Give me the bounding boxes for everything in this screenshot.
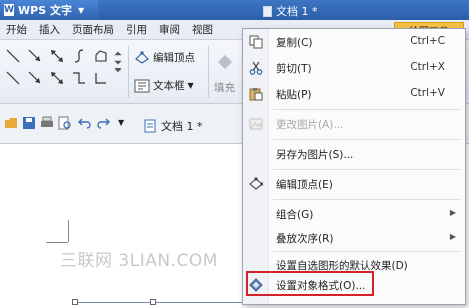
text-box-icon: [134, 79, 150, 92]
document-icon: [263, 5, 272, 17]
fill-button[interactable]: 填充: [214, 80, 235, 95]
change-picture-icon: [249, 117, 263, 131]
menu-item-label: 叠放次序(R): [276, 233, 334, 245]
document-title: 文档 1 *: [263, 3, 318, 19]
edit-vertices-icon: [249, 177, 263, 191]
arrow-shape-icon[interactable]: [26, 70, 44, 86]
edit-vertices-button[interactable]: 编辑顶点: [134, 50, 195, 65]
menu-item-group[interactable]: 组合(G) ▶: [243, 203, 465, 225]
page-corner-mark: [46, 242, 68, 243]
double-arrow-shape-icon[interactable]: [48, 48, 66, 64]
undo-icon[interactable]: [78, 116, 92, 130]
menu-review[interactable]: 审阅: [153, 22, 186, 37]
ribbon-divider: [128, 46, 129, 98]
menu-home[interactable]: 开始: [0, 22, 33, 37]
menu-separator: [273, 251, 461, 252]
wps-logo-icon: W: [4, 4, 14, 16]
chevron-right-icon: ▶: [449, 232, 456, 241]
paste-icon: [249, 87, 263, 101]
wps-menu-button[interactable]: W WPS 文字 ▼: [0, 0, 98, 20]
save-icon[interactable]: [22, 116, 36, 130]
menu-item-label: 另存为图片(S)...: [276, 149, 354, 161]
document-title-label: 文档 1 *: [276, 5, 318, 18]
chevron-down-icon[interactable]: ▼: [118, 118, 132, 132]
fill-bucket-icon: [218, 55, 232, 69]
context-menu: 复制(C) Ctrl+C 剪切(T) Ctrl+X 粘贴(P) Ctrl+V 更…: [242, 28, 466, 305]
menu-item-save-as-picture[interactable]: 另存为图片(S)...: [243, 143, 465, 165]
curve-shape-icon[interactable]: [70, 48, 88, 64]
edit-vertices-label: 编辑顶点: [153, 52, 195, 64]
redo-icon[interactable]: [96, 116, 110, 130]
title-bar: W WPS 文字 ▼ 文档 1 *: [0, 0, 469, 20]
copy-icon: [249, 35, 263, 49]
double-arrow-shape-icon[interactable]: [48, 70, 66, 86]
text-box-button[interactable]: 文本框 ▼: [134, 78, 194, 93]
fill-color-button[interactable]: [214, 52, 236, 72]
page-corner-mark: [68, 220, 69, 242]
print-preview-icon[interactable]: [58, 116, 72, 130]
highlight-box: [246, 271, 374, 296]
shortcut-label: Ctrl+V: [410, 87, 445, 99]
line-shape-icon[interactable]: [4, 48, 22, 64]
watermark-text: 三联网 3LIAN.COM: [60, 251, 218, 271]
document-tab[interactable]: 文档 1 *: [138, 114, 209, 138]
text-box-label: 文本框: [153, 80, 185, 92]
menu-item-label: 组合(G): [276, 209, 314, 221]
line-shape-icon[interactable]: [4, 70, 22, 86]
menu-references[interactable]: 引用: [120, 22, 153, 37]
shapes-gallery: [4, 48, 122, 100]
menu-separator: [273, 169, 461, 170]
edit-vertices-icon: [135, 51, 149, 64]
document-tab-label: 文档 1 *: [161, 120, 203, 133]
chevron-down-icon: ▼: [187, 81, 194, 90]
menu-item-edit-vertices[interactable]: 编辑顶点(E): [243, 173, 465, 195]
menu-separator: [273, 199, 461, 200]
freeform-shape-icon[interactable]: [92, 48, 110, 64]
print-icon[interactable]: [40, 116, 54, 130]
selection-handle[interactable]: [72, 299, 78, 305]
wps-writer-window: W WPS 文字 ▼ 文档 1 * 开始 插入 页面布局 引用 审阅 视图 绘图…: [0, 0, 469, 308]
chevron-down-icon: ▼: [77, 5, 85, 15]
menu-item-arrange-order[interactable]: 叠放次序(R) ▶: [243, 227, 465, 249]
menu-item-copy[interactable]: 复制(C) Ctrl+C: [243, 31, 465, 53]
chevron-right-icon: ▶: [449, 208, 456, 217]
menu-page-layout[interactable]: 页面布局: [66, 22, 120, 37]
arrow-shape-icon[interactable]: [26, 48, 44, 64]
connector-shape-icon[interactable]: [92, 70, 110, 86]
menu-view[interactable]: 视图: [186, 22, 219, 37]
gallery-scroll-icon[interactable]: [114, 51, 122, 73]
selected-shape-outline: [76, 302, 242, 303]
menu-item-label: 剪切(T): [276, 63, 312, 75]
ribbon-divider: [208, 46, 209, 98]
fill-label: 填充: [214, 82, 235, 94]
menu-separator: [273, 139, 461, 140]
shortcut-label: Ctrl+X: [410, 61, 445, 73]
wps-menu-label: WPS 文字: [18, 4, 72, 17]
menu-item-change-picture: 更改图片(A)...: [243, 113, 465, 135]
shortcut-label: Ctrl+C: [410, 35, 445, 47]
menu-item-label: 复制(C): [276, 37, 313, 49]
elbow-connector-icon[interactable]: [70, 70, 88, 86]
cut-icon: [249, 61, 263, 75]
menu-insert[interactable]: 插入: [33, 22, 66, 37]
menu-item-label: 编辑顶点(E): [276, 179, 333, 191]
menu-item-label: 粘贴(P): [276, 89, 312, 101]
menu-item-cut[interactable]: 剪切(T) Ctrl+X: [243, 57, 465, 79]
menu-item-paste[interactable]: 粘贴(P) Ctrl+V: [243, 83, 465, 105]
folder-open-icon[interactable]: [4, 116, 18, 130]
selection-handle[interactable]: [150, 299, 156, 305]
document-icon: [144, 119, 156, 133]
menu-item-label: 更改图片(A)...: [276, 119, 344, 131]
menu-separator: [273, 109, 461, 110]
